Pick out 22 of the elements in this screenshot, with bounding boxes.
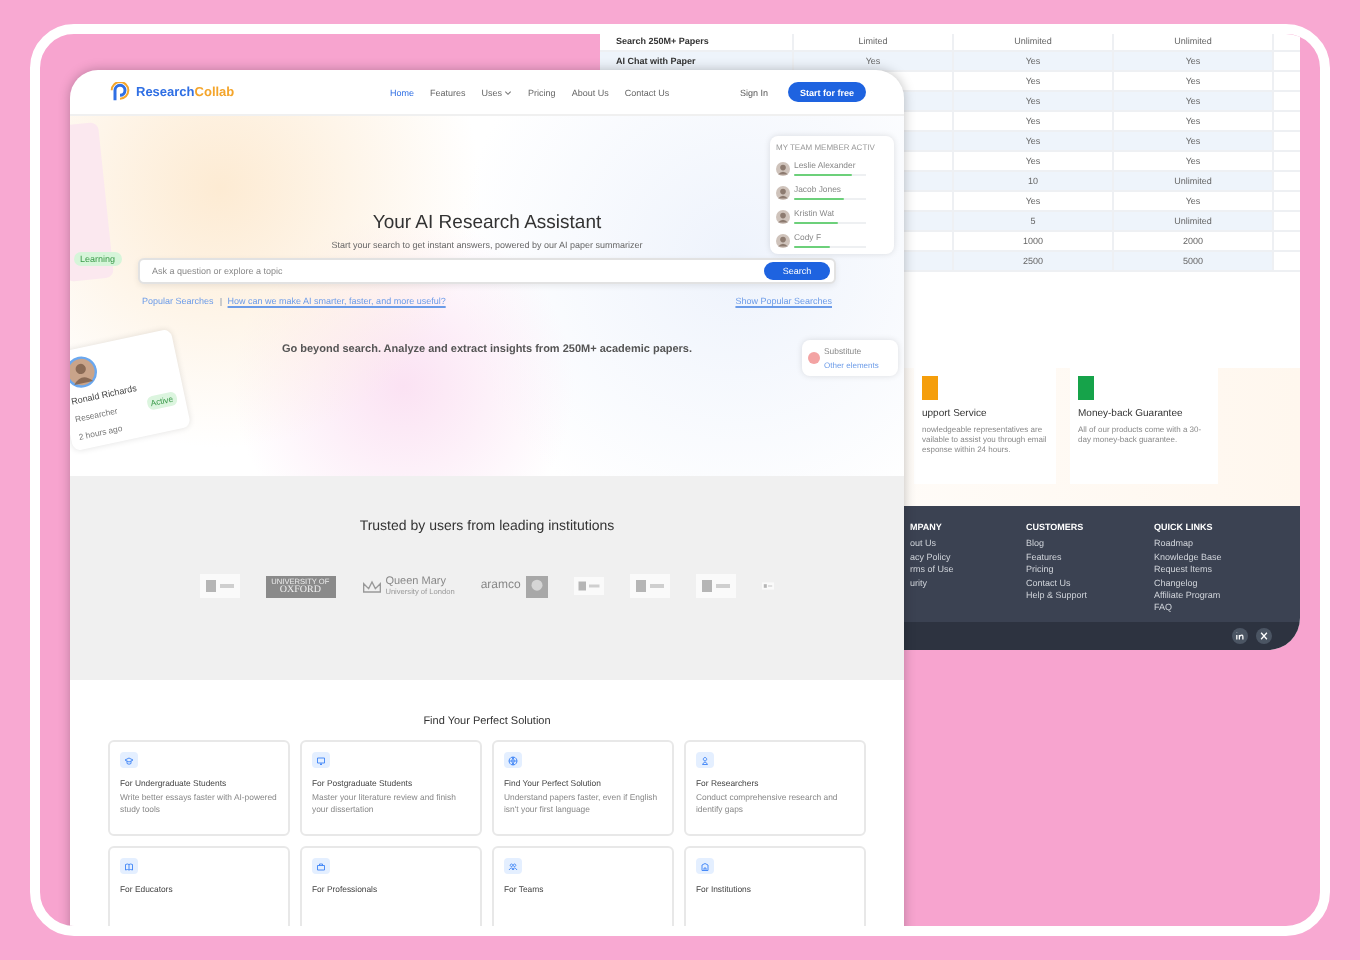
avatar-icon — [776, 209, 790, 223]
briefcase-icon — [316, 861, 326, 871]
logo-icon — [630, 574, 671, 598]
avatar-icon — [776, 185, 790, 199]
book-icon — [124, 861, 134, 871]
globe-icon — [508, 755, 518, 765]
logo-icon — [110, 82, 130, 102]
avatar-icon — [776, 161, 790, 175]
graduation-cap-icon — [124, 755, 134, 765]
linkedin-icon[interactable] — [1232, 628, 1248, 644]
monitor-icon — [316, 755, 326, 765]
people-icon — [508, 861, 518, 871]
avatar-icon — [70, 353, 101, 392]
logo-icon — [199, 574, 240, 598]
avatar-icon — [776, 233, 790, 247]
person-icon — [700, 755, 710, 765]
hero-title: Your AI Research Assistant — [372, 212, 602, 234]
building-icon — [700, 861, 710, 871]
x-icon[interactable] — [1256, 628, 1272, 644]
logo-icon — [696, 574, 737, 598]
dot-icon — [808, 351, 820, 364]
logo-icon — [574, 574, 605, 598]
